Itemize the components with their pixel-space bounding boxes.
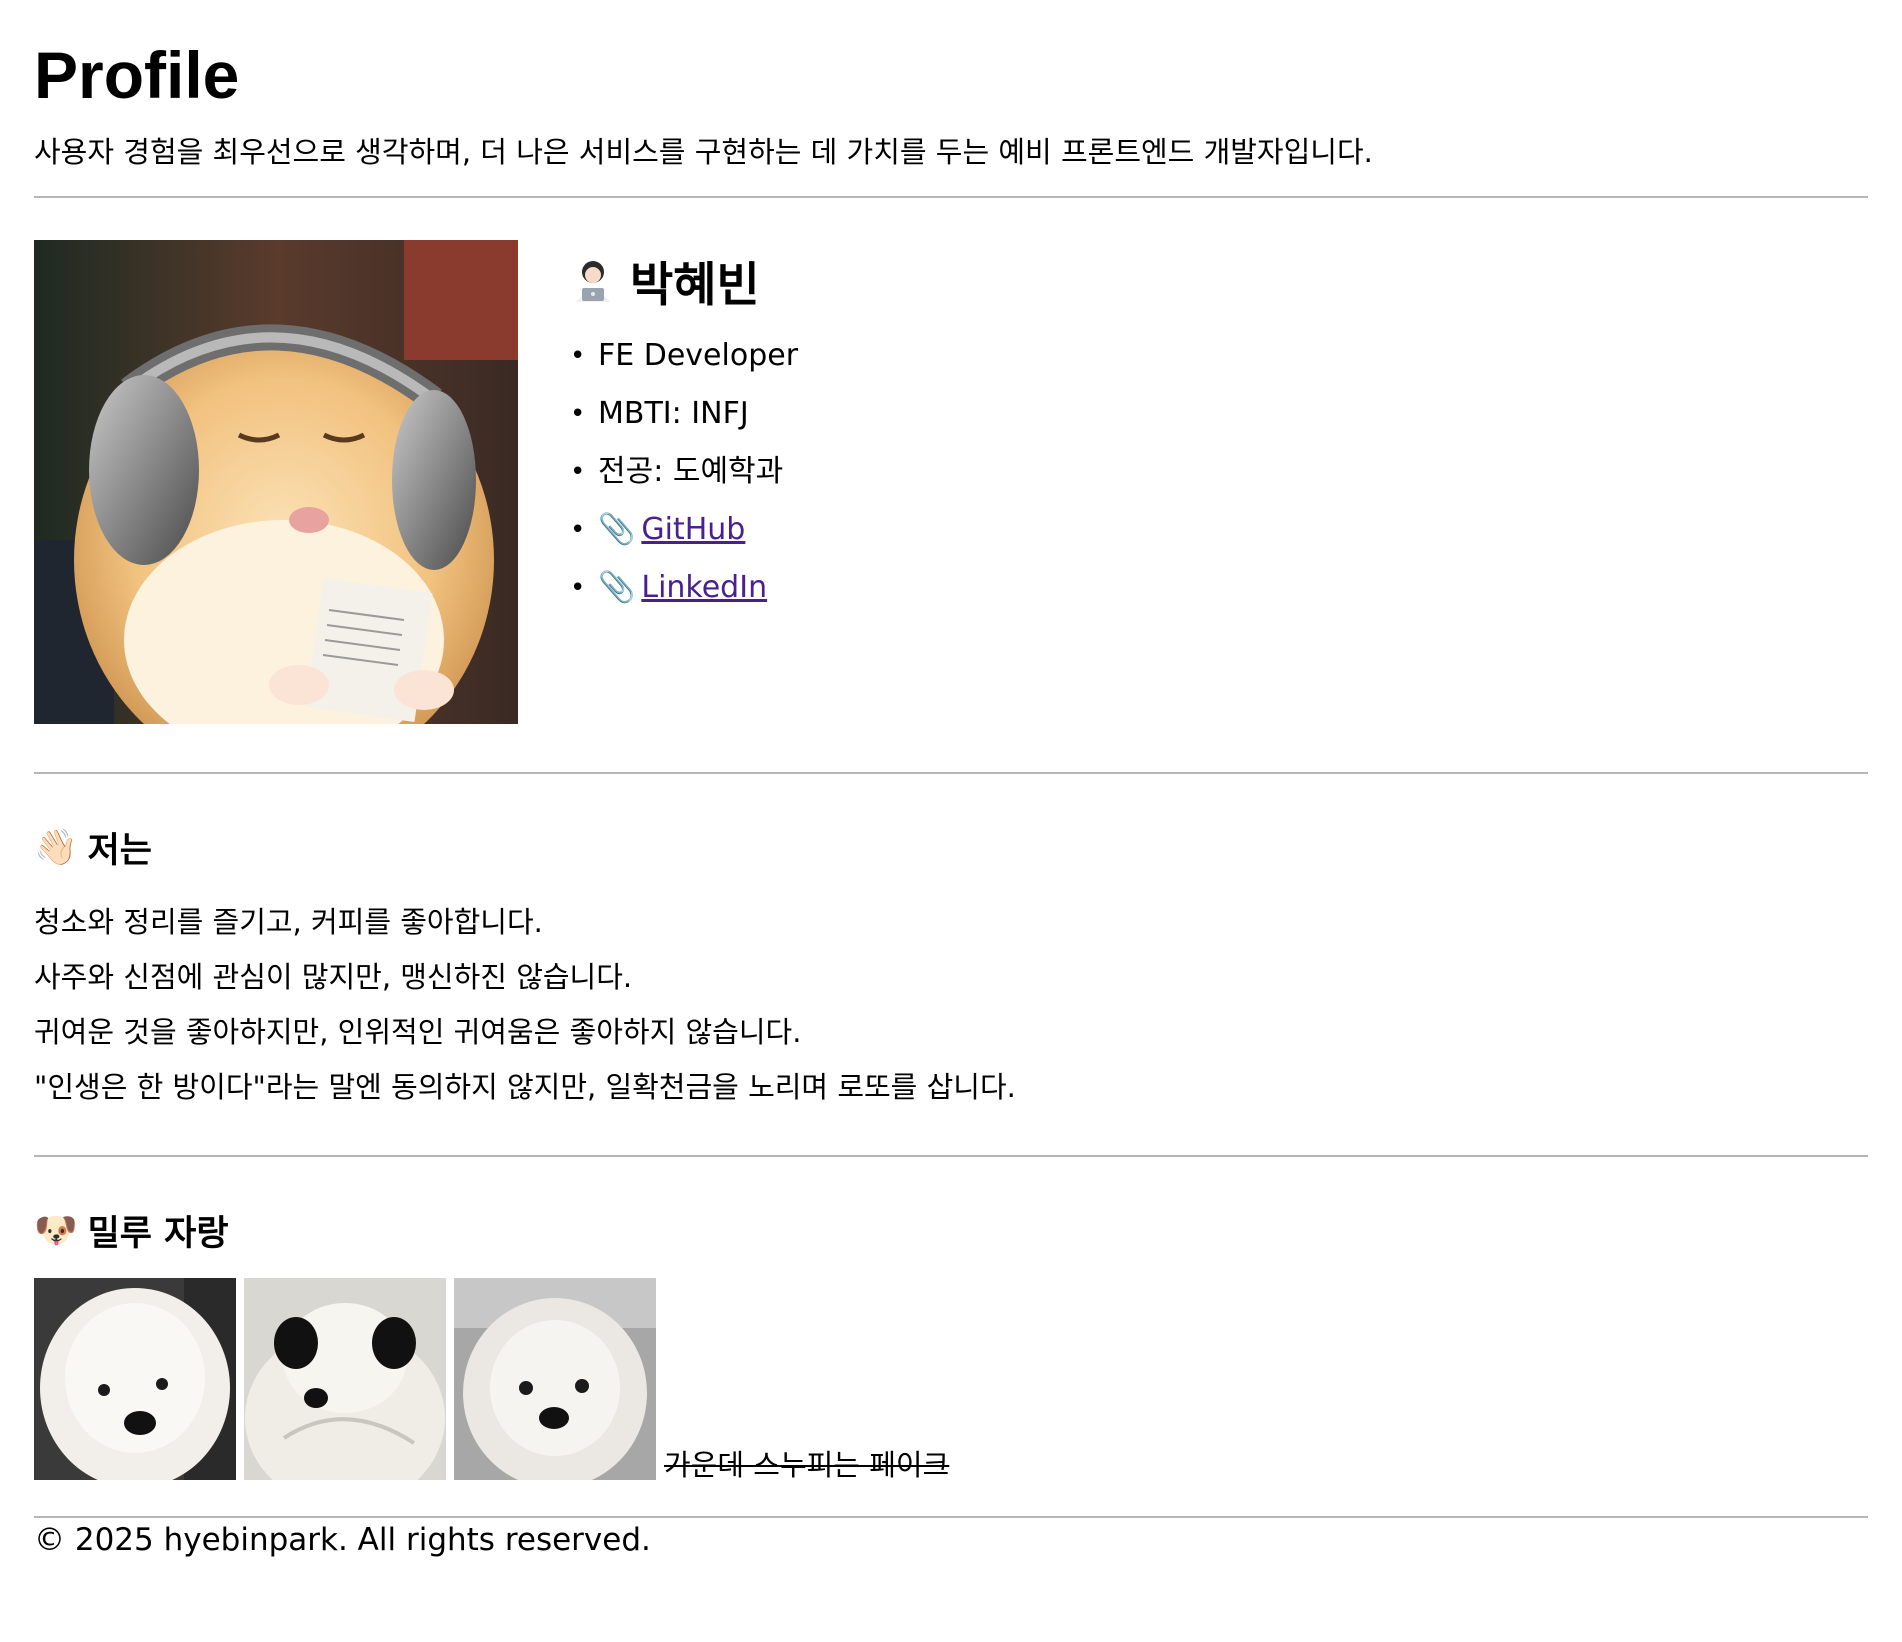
dog-face-icon: 🐶 [34,1211,78,1251]
technologist-emoji-icon [576,260,610,302]
waving-hand-icon: 👋🏻 [34,828,78,868]
bullet: • [570,341,586,371]
profile-details-list: • FE Developer • MBTI: INFJ • 전공: 도예학과 •… [570,337,798,607]
about-line: 귀여운 것을 좋아하지만, 인위적인 귀여움은 좋아하지 않습니다. [34,1015,802,1049]
about-line: 청소와 정리를 즐기고, 커피를 좋아합니다. [34,905,543,939]
profile-info: 박혜빈 • FE Developer • MBTI: INFJ • 전공: 도예… [570,240,798,724]
about-heading-text: 저는 [87,831,152,871]
detail-role-text: FE Developer [598,338,799,373]
about-line: 사주와 신점에 관심이 많지만, 맹신하진 않습니다. [34,960,633,994]
detail-linkedin: • 📎 LinkedIn [570,569,798,607]
footer: © 2025 hyebinpark. All rights reserved. [34,1522,651,1558]
linkedin-link-label: LinkedIn [641,570,768,605]
profile-photo [34,240,518,724]
detail-github: • 📎 GitHub [570,511,798,549]
paperclip-icon: 📎 [598,512,636,547]
about-section: 👋🏻 저는 청소와 정리를 즐기고, 커피를 좋아합니다. 사주와 신점에 관심… [34,822,1868,1115]
detail-mbti-text: MBTI: INFJ [598,396,749,431]
dogs-heading: 🐶 밀루 자랑 [34,1205,1868,1256]
dog-gallery: 가운데 스누피는 페이크 [34,1278,1868,1480]
bullet: • [570,457,586,487]
page-title: Profile [34,38,240,112]
detail-major: • 전공: 도예학과 [570,453,798,491]
profile-name-heading: 박혜빈 [570,246,798,315]
detail-role: • FE Developer [570,337,798,375]
divider [34,772,1868,774]
page: Profile 사용자 경험을 최우선으로 생각하며, 더 나은 서비스를 구현… [0,40,1902,1562]
github-link-label: GitHub [641,512,746,547]
profile-name: 박혜빈 [630,258,760,313]
divider [34,1155,1868,1157]
about-line: "인생은 한 방이다"라는 말엔 동의하지 않지만, 일확천금을 노리며 로또를… [34,1070,1016,1104]
paperclip-icon: 📎 [598,570,636,605]
bullet: • [570,515,586,545]
profile-section: 박혜빈 • FE Developer • MBTI: INFJ • 전공: 도예… [34,240,1868,724]
bullet: • [570,399,586,429]
detail-major-text: 전공: 도예학과 [598,454,784,489]
dog-photo-2 [244,1278,446,1480]
divider [34,196,1868,198]
dogs-heading-text: 밀루 자랑 [87,1214,229,1254]
hamster-image [34,240,518,724]
page-subtitle: 사용자 경험을 최우선으로 생각하며, 더 나은 서비스를 구현하는 데 가치를… [34,135,1373,169]
github-link[interactable]: 📎 GitHub [598,511,745,549]
dog-photo-3 [454,1278,656,1480]
detail-mbti: • MBTI: INFJ [570,395,798,433]
bullet: • [570,573,586,603]
dog-gallery-caption: 가운데 스누피는 페이크 [664,1448,950,1482]
dogs-section: 🐶 밀루 자랑 가운데 스누피는 페이크 [34,1205,1868,1480]
dog-photo-1 [34,1278,236,1480]
linkedin-link[interactable]: 📎 LinkedIn [598,569,767,607]
about-heading: 👋🏻 저는 [34,822,1868,873]
